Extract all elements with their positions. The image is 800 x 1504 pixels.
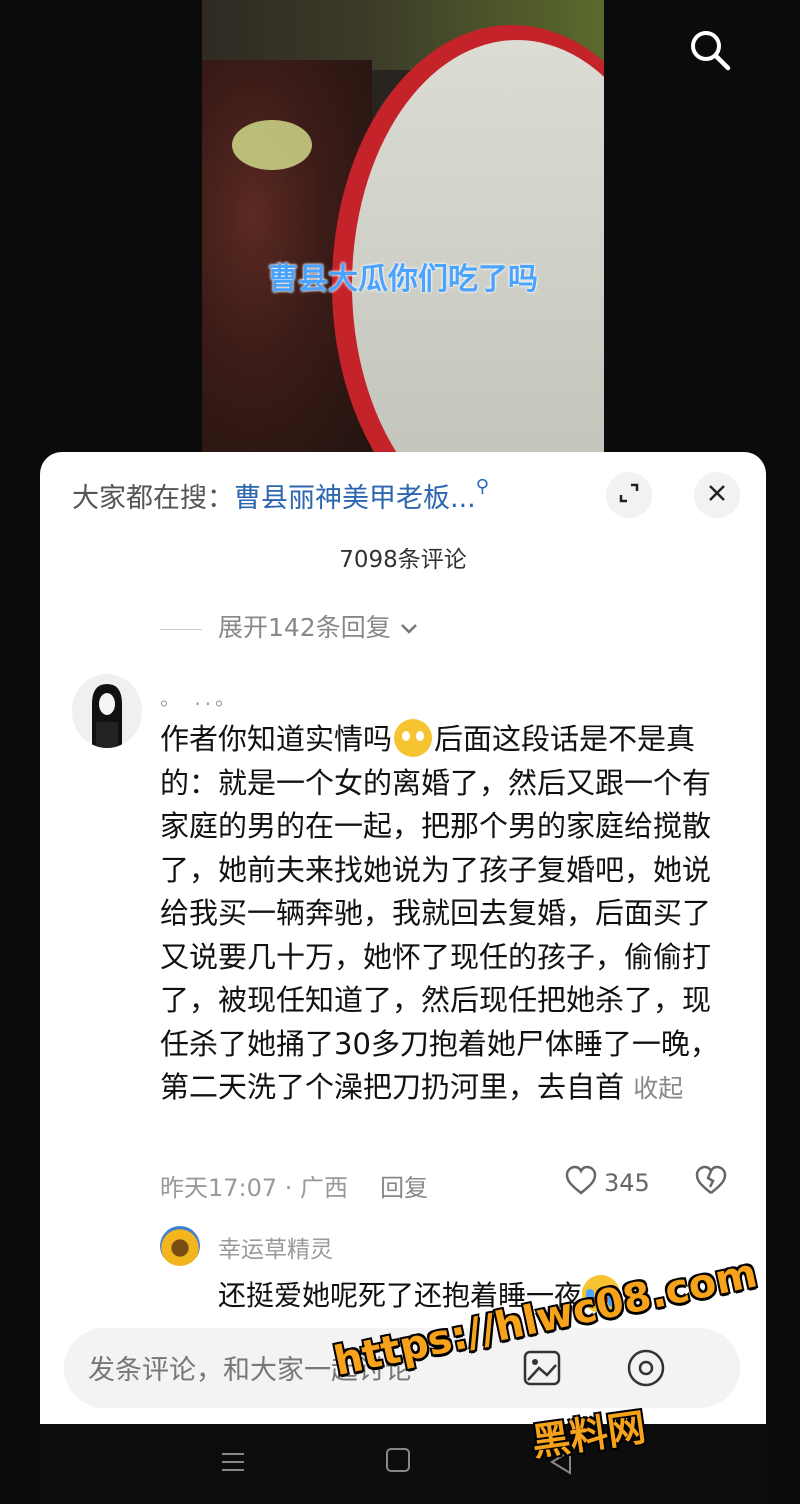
hot-search-term[interactable]: 曹县丽神美甲老板... — [234, 483, 476, 514]
like-button[interactable]: 345 — [564, 1164, 650, 1202]
video-caption: 曹县大瓜你们吃了吗 — [268, 262, 538, 297]
search-small-icon: ⚲ — [475, 476, 489, 497]
video-lime — [232, 120, 312, 170]
reply-avatar[interactable] — [160, 1226, 200, 1266]
reply-button[interactable]: 回复 — [380, 1174, 428, 1202]
dislike-button[interactable] — [694, 1164, 728, 1200]
system-nav-bar — [40, 1424, 766, 1504]
video-player[interactable]: 曹县大瓜你们吃了吗 — [202, 0, 604, 452]
image-icon[interactable] — [522, 1348, 562, 1388]
mention-icon[interactable] — [624, 1346, 668, 1390]
expand-replies-link[interactable]: 展开142条回复 — [160, 608, 419, 644]
comment-time-location: 昨天17:07 · 广西 — [160, 1174, 349, 1202]
comment-count: 7098条评论 — [339, 547, 467, 573]
avatar[interactable] — [72, 674, 142, 748]
like-count: 345 — [604, 1169, 650, 1197]
hot-search-prefix: 大家都在搜： — [72, 483, 234, 514]
comment-meta: 昨天17:07 · 广西 回复 — [160, 1168, 428, 1203]
home-icon[interactable] — [386, 1448, 410, 1472]
fullscreen-button[interactable] — [606, 472, 652, 518]
menu-icon[interactable] — [220, 1450, 246, 1474]
comment-text-part1: 作者你知道实情吗 — [160, 722, 393, 756]
expand-replies-label: 展开142条回复 — [218, 613, 391, 642]
close-icon — [706, 482, 728, 508]
comment-text-part2: 后面这段话是不是真的：就是一个女的离婚了，然后又跟一个有家庭的男的在一起，把那个… — [160, 722, 719, 1104]
search-icon[interactable] — [686, 26, 734, 74]
collapse-link[interactable]: 收起 — [633, 1074, 683, 1103]
close-button[interactable] — [694, 472, 740, 518]
heart-icon — [564, 1164, 598, 1202]
comment-username[interactable]: 。 ..。 — [160, 682, 239, 711]
shy-face-emoji — [394, 719, 433, 757]
comment-text: 作者你知道实情吗 后面这段话是不是真的：就是一个女的离婚了，然后又跟一个有家庭的男… — [160, 718, 730, 1111]
broken-heart-icon — [694, 1165, 728, 1200]
divider — [160, 628, 202, 630]
reply-username[interactable]: 幸运草精灵 — [218, 1230, 333, 1264]
fullscreen-icon — [617, 481, 641, 509]
chevron-down-icon — [399, 613, 419, 642]
hot-search-bar[interactable]: 大家都在搜：曹县丽神美甲老板...⚲ — [72, 476, 489, 515]
